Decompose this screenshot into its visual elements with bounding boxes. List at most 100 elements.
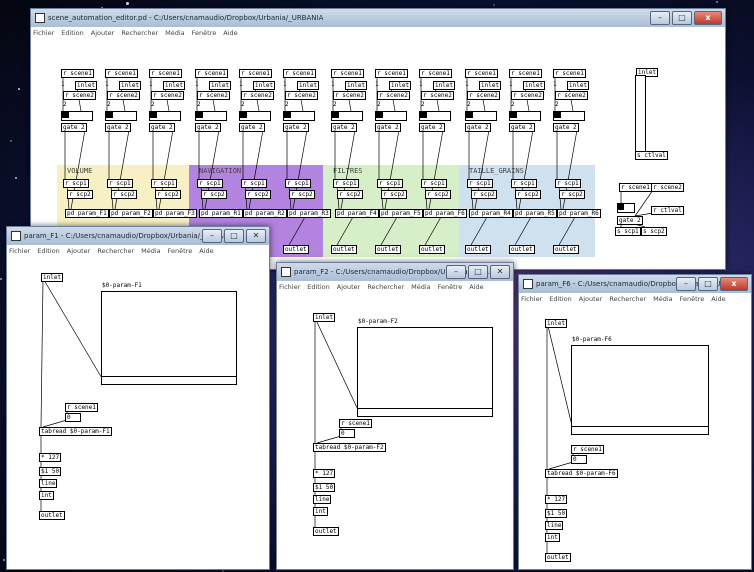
outlet-object[interactable]: outlet: [331, 245, 357, 254]
r-scp2-object[interactable]: r scp2: [201, 190, 227, 199]
gate-toggle[interactable]: [239, 111, 271, 121]
gate-object[interactable]: gate 2: [61, 123, 87, 132]
r-scene1-object[interactable]: r scene1: [375, 69, 408, 78]
close-button[interactable]: ✕: [246, 229, 266, 243]
pd-subpatch-object[interactable]: pd param_F3: [153, 209, 197, 218]
r-scp1-object[interactable]: r scp1: [151, 179, 177, 188]
gate-object[interactable]: gate 2: [149, 123, 175, 132]
inlet-object[interactable]: inlet: [253, 81, 276, 90]
inlet-object[interactable]: inlet: [119, 81, 142, 90]
close-button[interactable]: x: [720, 277, 748, 291]
inlet-object[interactable]: inlet: [433, 81, 456, 90]
gate-toggle[interactable]: [283, 111, 315, 121]
r-scene2-object[interactable]: r scene2: [555, 91, 588, 100]
r-scp2-object[interactable]: r scp2: [155, 190, 181, 199]
r-scene2-object[interactable]: r scene2: [197, 91, 230, 100]
r-scene2-object[interactable]: r scene2: [651, 183, 684, 192]
menu-fichier[interactable]: Fichier: [521, 295, 542, 303]
r-scp2-object[interactable]: r scp2: [559, 190, 585, 199]
menu-media[interactable]: Média: [141, 247, 161, 255]
f2-titlebar[interactable]: param_F2 - C:/Users/cnamaudio/Dropbox/Ur…: [277, 263, 513, 281]
menu-ajouter[interactable]: Ajouter: [579, 295, 603, 303]
r-scene2-object[interactable]: r scene2: [333, 91, 366, 100]
minimize-button[interactable]: –: [202, 229, 222, 243]
r-scp2-object[interactable]: r scp2: [111, 190, 137, 199]
array-graph[interactable]: $0-param-F2: [357, 318, 493, 411]
multiply-object[interactable]: * 127: [313, 469, 336, 478]
pd-subpatch-object[interactable]: pd param_F6: [423, 209, 467, 218]
menu-fichier[interactable]: Fichier: [33, 29, 54, 37]
r-scp2-object[interactable]: r scp2: [245, 190, 271, 199]
menu-ajouter[interactable]: Ajouter: [337, 283, 361, 291]
inlet-object[interactable]: inlet: [479, 81, 502, 90]
vertical-slider[interactable]: [635, 75, 646, 153]
f1-patch-canvas[interactable]: inlet $0-param-F1 r scene1 0 tabread $0-para…: [7, 257, 269, 569]
r-scene2-object[interactable]: r scene2: [377, 91, 410, 100]
r-scene1-object[interactable]: r scene1: [331, 69, 364, 78]
r-scp1-object[interactable]: r scp1: [241, 179, 267, 188]
r-scene2-object[interactable]: r scene2: [151, 91, 184, 100]
maximize-button[interactable]: □: [698, 277, 718, 291]
r-scp2-object[interactable]: r scp2: [337, 190, 363, 199]
menu-fichier[interactable]: Fichier: [9, 247, 30, 255]
r-scene1-object[interactable]: r scene1: [239, 69, 272, 78]
menu-rechercher[interactable]: Rechercher: [609, 295, 646, 303]
maximize-button[interactable]: □: [468, 265, 488, 279]
f6-titlebar[interactable]: param_F6 - C:/Users/cnamaudio/Dropbox/Ur…: [519, 275, 751, 293]
minimize-button[interactable]: –: [676, 277, 696, 291]
menu-edition[interactable]: Edition: [549, 295, 572, 303]
r-scene2-object[interactable]: r scene2: [285, 91, 318, 100]
inlet-object[interactable]: inlet: [41, 273, 64, 282]
menu-aide[interactable]: Aide: [223, 29, 237, 37]
r-scp2-object[interactable]: r scp2: [289, 190, 315, 199]
menu-fenetre[interactable]: Fenêtre: [192, 29, 217, 37]
r-scene1-object[interactable]: r scene1: [553, 69, 586, 78]
gate-toggle[interactable]: [149, 111, 181, 121]
r-scene1-object[interactable]: r scene1: [283, 69, 316, 78]
inlet-object[interactable]: inlet: [345, 81, 368, 90]
r-scp2-object[interactable]: r scp2: [471, 190, 497, 199]
gate-toggle[interactable]: [419, 111, 451, 121]
gate-object[interactable]: gate 2: [375, 123, 401, 132]
gate-object[interactable]: gate 2: [465, 123, 491, 132]
outlet-object[interactable]: outlet: [553, 245, 579, 254]
gate-toggle[interactable]: [105, 111, 137, 121]
inlet-object[interactable]: inlet: [297, 81, 320, 90]
r-scene2-object[interactable]: r scene2: [107, 91, 140, 100]
r-scene2-object[interactable]: r scene2: [511, 91, 544, 100]
gate-toggle[interactable]: [195, 111, 227, 121]
gate-object[interactable]: gate 2: [509, 123, 535, 132]
pd-subpatch-object[interactable]: pd param_R2: [243, 209, 287, 218]
r-scene1-object[interactable]: r scene1: [339, 419, 372, 428]
r-scene1-object[interactable]: r scene1: [465, 69, 498, 78]
r-ctlval-object[interactable]: r ctlval: [651, 206, 684, 215]
r-scene1-object[interactable]: r scene1: [105, 69, 138, 78]
r-scene1-object[interactable]: r scene1: [61, 69, 94, 78]
menu-fenetre[interactable]: Fenêtre: [168, 247, 193, 255]
r-scp1-object[interactable]: r scp1: [377, 179, 403, 188]
f2-patch-canvas[interactable]: inlet $0-param-F2 r scene1 0 tabread $0-para…: [277, 293, 513, 569]
r-scene2-object[interactable]: r scene2: [421, 91, 454, 100]
outlet-object[interactable]: outlet: [283, 245, 309, 254]
menu-aide[interactable]: Aide: [469, 283, 483, 291]
pd-subpatch-object[interactable]: pd param_R1: [199, 209, 243, 218]
r-scp1-object[interactable]: r scp1: [285, 179, 311, 188]
maximize-button[interactable]: □: [672, 11, 692, 25]
r-scp2-object[interactable]: r scp2: [515, 190, 541, 199]
multiply-object[interactable]: * 127: [39, 453, 62, 462]
f6-patch-canvas[interactable]: inlet $0-param-F6 r scene1 0 tabread $0-para…: [519, 305, 751, 569]
tabread-object[interactable]: tabread $0-param-F6: [545, 469, 618, 478]
r-scp2-object[interactable]: r scp2: [67, 190, 93, 199]
gate-toggle[interactable]: [375, 111, 407, 121]
gate-object[interactable]: gate 2: [331, 123, 357, 132]
message-box[interactable]: $1 50: [313, 483, 336, 492]
r-scene1-object[interactable]: r scene1: [571, 445, 604, 454]
main-titlebar[interactable]: scene_automation_editor.pd - C:/Users/cn…: [31, 9, 725, 27]
minimize-button[interactable]: –: [650, 11, 670, 25]
r-scene1-object[interactable]: r scene1: [65, 403, 98, 412]
maximize-button[interactable]: □: [224, 229, 244, 243]
line-object[interactable]: line: [39, 479, 58, 488]
close-button[interactable]: x: [694, 11, 722, 25]
inlet-object[interactable]: inlet: [545, 319, 568, 328]
pd-subpatch-object[interactable]: pd param_F5: [379, 209, 423, 218]
